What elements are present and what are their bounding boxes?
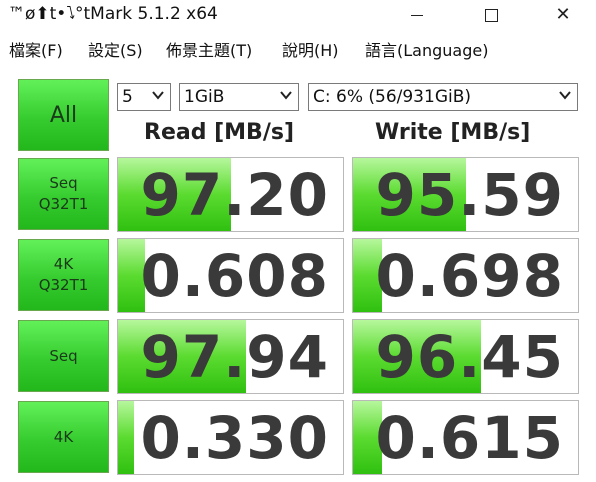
- menu-language[interactable]: 語言(Language): [365, 37, 488, 61]
- menu-bar: 檔案(F) 設定(S) 佈景主題(T) 說明(H) 語言(Language): [0, 34, 596, 60]
- maximize-button[interactable]: [468, 0, 514, 30]
- window-title: ™ø⬆t•⭝°tMark 5.1.2 x64: [8, 4, 218, 24]
- menu-file[interactable]: 檔案(F): [9, 37, 63, 61]
- write-header: Write [MB/s]: [375, 120, 531, 145]
- chevron-down-icon: [559, 91, 571, 100]
- 4k-button[interactable]: 4K: [18, 401, 109, 473]
- test-label-line2: Q32T1: [38, 276, 89, 294]
- read-result-seq: 97.94: [117, 319, 344, 394]
- test-count-value: 5: [122, 87, 133, 107]
- test-label-line1: 4K: [53, 255, 74, 273]
- minimize-button[interactable]: [394, 0, 440, 30]
- drive-value: C: 6% (56/931GiB): [313, 87, 472, 107]
- read-result-4k: 0.330: [117, 400, 344, 475]
- title-bar: ™ø⬆t•⭝°tMark 5.1.2 x64 ✕: [0, 0, 596, 30]
- write-value: 0.698: [375, 242, 564, 310]
- test-label-line2: Q32T1: [38, 195, 89, 213]
- read-value: 97.94: [140, 323, 329, 391]
- close-button[interactable]: ✕: [540, 0, 586, 30]
- write-result-4k-q32t1: 0.698: [352, 238, 579, 313]
- write-value: 0.615: [375, 404, 564, 472]
- test-size-select[interactable]: 1GiB: [179, 83, 299, 111]
- chevron-down-icon: [152, 91, 164, 100]
- read-result-seq-q32t1: 97.20: [117, 157, 344, 232]
- read-value: 0.608: [140, 242, 329, 310]
- write-result-seq-q32t1: 95.59: [352, 157, 579, 232]
- chevron-down-icon: [280, 91, 292, 100]
- write-result-seq: 96.45: [352, 319, 579, 394]
- maximize-icon: [484, 8, 498, 22]
- read-value: 97.20: [140, 161, 329, 229]
- all-button[interactable]: All: [18, 79, 109, 151]
- 4k-q32t1-button[interactable]: 4K Q32T1: [18, 239, 109, 311]
- menu-theme[interactable]: 佈景主題(T): [166, 37, 252, 61]
- minimize-icon: [411, 14, 423, 16]
- seq-button[interactable]: Seq: [18, 320, 109, 392]
- read-result-4k-q32t1: 0.608: [117, 238, 344, 313]
- read-progress-bar: [118, 401, 134, 474]
- read-value: 0.330: [140, 404, 329, 472]
- menu-help[interactable]: 說明(H): [282, 37, 339, 61]
- test-label-line1: Seq: [49, 174, 78, 192]
- test-label-line1: Seq: [49, 346, 78, 365]
- read-header: Read [MB/s]: [144, 120, 295, 145]
- write-value: 96.45: [375, 323, 564, 391]
- write-value: 95.59: [375, 161, 564, 229]
- close-icon: ✕: [555, 4, 571, 25]
- test-size-value: 1GiB: [184, 87, 225, 107]
- test-count-select[interactable]: 5: [117, 83, 171, 111]
- seq-q32t1-button[interactable]: Seq Q32T1: [18, 158, 109, 230]
- write-result-4k: 0.615: [352, 400, 579, 475]
- menu-settings[interactable]: 設定(S): [88, 37, 143, 61]
- test-label-line1: 4K: [53, 427, 74, 446]
- drive-select[interactable]: C: 6% (56/931GiB): [308, 83, 578, 111]
- all-button-label: All: [49, 102, 78, 128]
